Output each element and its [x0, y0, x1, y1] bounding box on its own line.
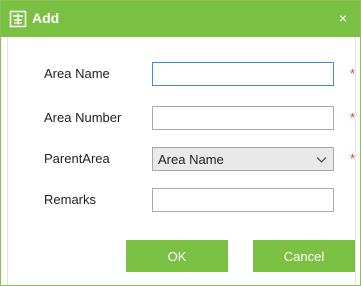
area-number-row: Area Number * — [8, 106, 355, 132]
parent-area-row: ParentArea Area Name * — [8, 147, 355, 173]
area-name-required-mark: * — [350, 66, 356, 81]
dialog-titlebar: Add × — [1, 1, 360, 37]
area-number-input[interactable] — [152, 106, 334, 130]
parent-area-required-mark: * — [350, 151, 356, 166]
area-number-label: Area Number — [44, 110, 122, 125]
add-area-dialog: Add × Area Name * Area Number * ParentAr… — [0, 0, 361, 286]
chevron-down-icon — [316, 157, 327, 163]
ok-button[interactable]: OK — [126, 240, 228, 272]
area-name-row: Area Name * — [8, 62, 355, 88]
parent-area-selected-value: Area Name — [158, 152, 224, 167]
area-number-required-mark: * — [350, 110, 356, 125]
area-name-label: Area Name — [44, 66, 110, 81]
cancel-button[interactable]: Cancel — [253, 240, 355, 272]
parent-area-label: ParentArea — [44, 151, 110, 166]
area-name-input[interactable] — [152, 62, 334, 86]
parent-area-select[interactable]: Area Name — [152, 147, 334, 171]
dialog-content: Area Name * Area Number * ParentArea Are… — [7, 37, 356, 285]
add-area-icon — [9, 10, 27, 28]
close-icon[interactable]: × — [336, 11, 350, 25]
remarks-input[interactable] — [152, 188, 334, 212]
remarks-row: Remarks — [8, 188, 355, 214]
dialog-title: Add — [32, 10, 60, 26]
remarks-label: Remarks — [44, 192, 97, 207]
